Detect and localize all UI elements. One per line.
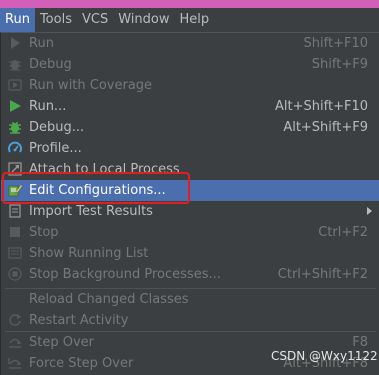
menu-item-debug[interactable]: Debug Shift+F9 bbox=[1, 54, 379, 75]
menu-item-label: Run bbox=[29, 36, 54, 51]
restart-icon bbox=[9, 314, 21, 326]
menu-item-label: Run with Coverage bbox=[29, 78, 153, 93]
menu-window[interactable]: Window bbox=[113, 8, 174, 32]
watermark-text: CSDN @Wxy1122 bbox=[271, 349, 378, 363]
edit-config-icon bbox=[8, 185, 22, 197]
menu-item-shortcut: Shift+F9 bbox=[311, 57, 368, 72]
ide-window: Run Tools VCS Window Help Run Shift+F10 … bbox=[0, 0, 379, 375]
coverage-icon bbox=[8, 79, 22, 91]
menu-item-label: Force Step Over bbox=[29, 356, 134, 371]
menu-item-debug-dialog[interactable]: Debug... Alt+Shift+F9 bbox=[1, 117, 379, 138]
profile-icon bbox=[8, 141, 22, 153]
menu-item-label: Debug bbox=[29, 57, 72, 72]
menu-run[interactable]: Run bbox=[0, 8, 35, 32]
menu-bar: Run Tools VCS Window Help bbox=[0, 8, 379, 32]
submenu-arrow-icon bbox=[367, 207, 372, 215]
menu-item-label: Import Test Results bbox=[29, 204, 153, 219]
menu-item-profile[interactable]: Profile... bbox=[1, 138, 379, 159]
menu-item-run[interactable]: Run Shift+F10 bbox=[1, 33, 379, 54]
menu-item-reload-changed-classes[interactable]: Reload Changed Classes bbox=[1, 289, 379, 310]
menu-item-show-running-list[interactable]: Show Running List bbox=[1, 243, 379, 264]
menu-item-import-test-results[interactable]: Import Test Results bbox=[1, 201, 379, 222]
menu-item-attach-local-process[interactable]: Attach to Local Process bbox=[1, 159, 379, 180]
menu-item-shortcut: Ctrl+Shift+F2 bbox=[277, 267, 368, 282]
stop-bg-icon bbox=[8, 267, 22, 281]
menu-item-label: Attach to Local Process bbox=[29, 162, 180, 177]
menu-item-label: Profile... bbox=[29, 141, 82, 156]
menu-tools[interactable]: Tools bbox=[35, 8, 77, 32]
menu-help[interactable]: Help bbox=[174, 8, 214, 32]
run-menu-dropdown: Run Shift+F10 Debug Shift+F9 Run with Co… bbox=[0, 32, 379, 375]
menu-item-label: Reload Changed Classes bbox=[29, 292, 189, 307]
menu-item-label: Restart Activity bbox=[29, 313, 129, 328]
menu-item-shortcut: Alt+Shift+F10 bbox=[275, 99, 368, 114]
menu-item-shortcut: Shift+F10 bbox=[303, 36, 368, 51]
stop-icon bbox=[10, 227, 20, 237]
list-icon bbox=[8, 247, 22, 259]
import-icon bbox=[9, 204, 21, 218]
menu-item-shortcut: Alt+Shift+F9 bbox=[283, 120, 368, 135]
menu-item-stop-background-processes[interactable]: Stop Background Processes... Ctrl+Shift+… bbox=[1, 264, 379, 285]
menu-item-run-dialog[interactable]: Run... Alt+Shift+F10 bbox=[1, 96, 379, 117]
menu-item-label: Debug... bbox=[29, 120, 85, 135]
title-strip bbox=[0, 0, 379, 8]
menu-item-restart-activity[interactable]: Restart Activity bbox=[1, 310, 379, 331]
menu-item-run-with-coverage[interactable]: Run with Coverage bbox=[1, 75, 379, 96]
menu-vcs[interactable]: VCS bbox=[77, 8, 113, 32]
menu-item-label: Edit Configurations... bbox=[29, 183, 166, 198]
menu-item-label: Step Over bbox=[29, 335, 94, 350]
menu-item-label: Show Running List bbox=[29, 246, 149, 261]
debug-icon bbox=[9, 60, 21, 71]
run-icon bbox=[10, 100, 21, 112]
menu-item-label: Stop Background Processes... bbox=[29, 267, 221, 282]
debug-icon bbox=[9, 122, 21, 134]
menu-item-label: Stop bbox=[29, 225, 59, 240]
menu-item-label: Run... bbox=[29, 99, 67, 114]
force-step-icon bbox=[8, 358, 21, 369]
run-icon bbox=[11, 37, 20, 49]
attach-icon bbox=[8, 162, 22, 176]
step-over-icon bbox=[9, 338, 21, 348]
menu-item-stop[interactable]: Stop Ctrl+F2 bbox=[1, 222, 379, 243]
menu-item-edit-configurations[interactable]: Edit Configurations... bbox=[1, 180, 379, 201]
menu-item-shortcut: Ctrl+F2 bbox=[318, 225, 368, 240]
